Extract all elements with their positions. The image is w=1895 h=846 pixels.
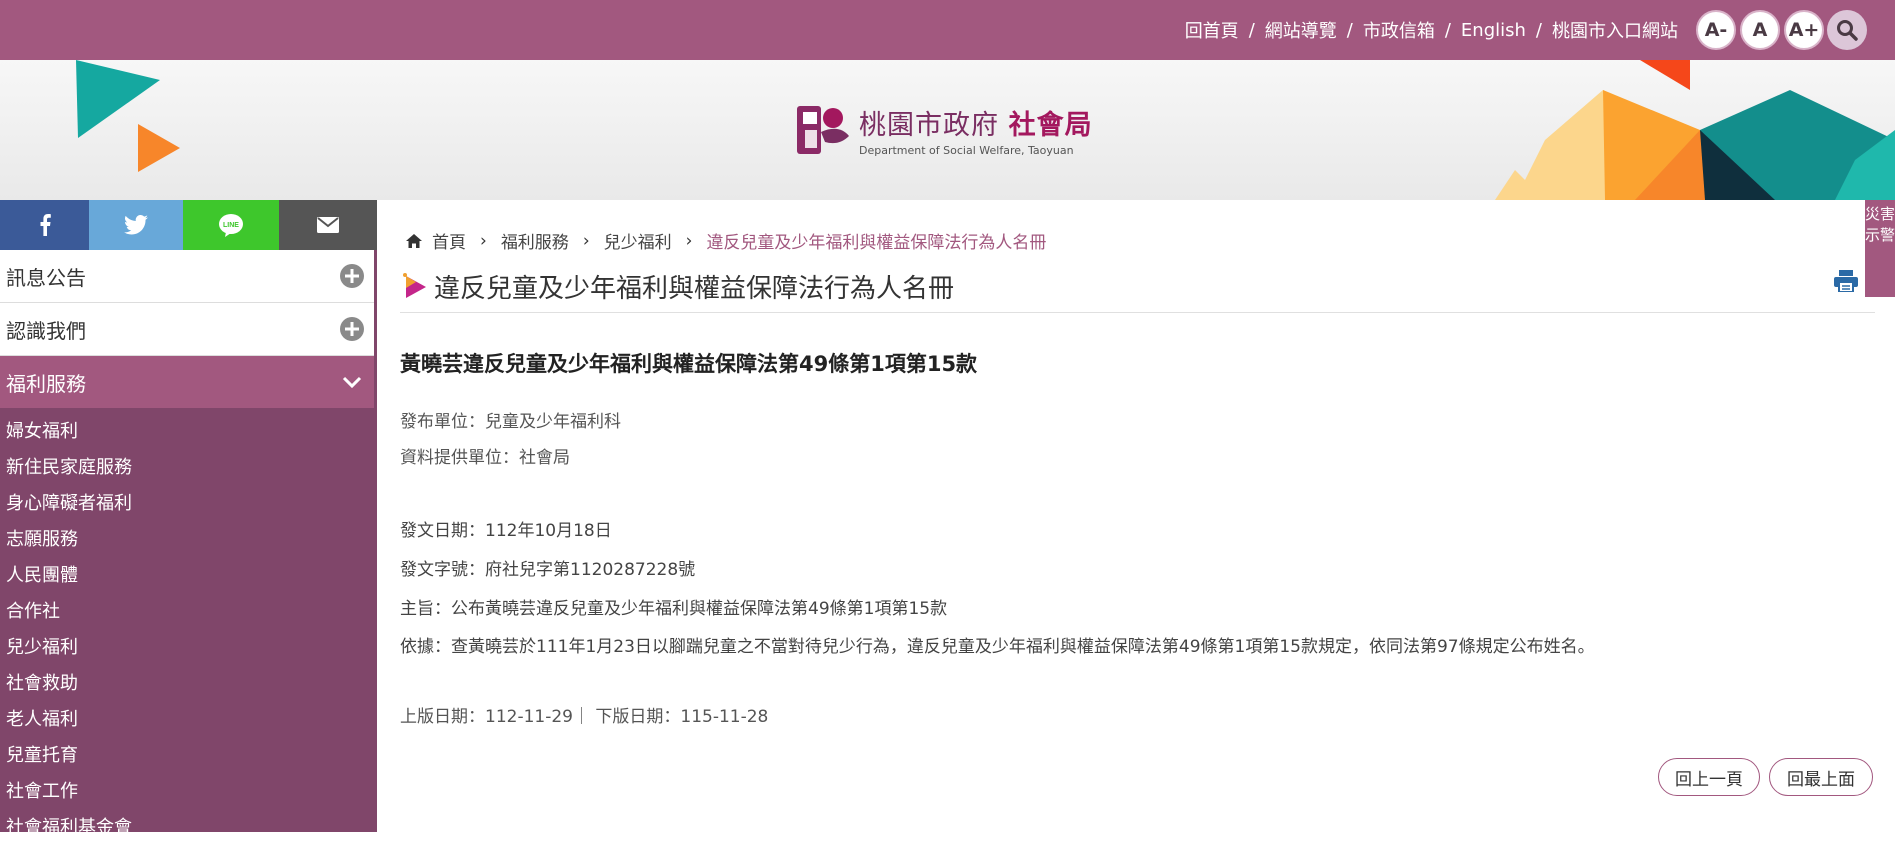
svg-text:LINE: LINE <box>223 222 239 229</box>
back-button[interactable]: 回上一頁 <box>1658 758 1760 796</box>
search-button[interactable] <box>1827 10 1867 50</box>
link-english[interactable]: English <box>1461 20 1526 41</box>
link-city-portal[interactable]: 桃園市入口網站 <box>1552 17 1678 43</box>
logo-mark-icon <box>797 106 849 154</box>
breadcrumb-item[interactable]: 福利服務 <box>501 228 569 253</box>
link-home[interactable]: 回首頁 <box>1185 17 1239 43</box>
article-publisher: 發布單位：兒童及少年福利科 <box>400 412 621 432</box>
disaster-alert-tab[interactable]: 災害示警 <box>1865 200 1895 297</box>
title-divider <box>400 312 1875 313</box>
breadcrumb-arrow: › <box>685 230 693 251</box>
font-size-small-button[interactable]: A- <box>1696 10 1736 50</box>
article-dates: 上版日期：112-11-29｜ 下版日期：115-11-28 <box>400 707 769 727</box>
site-logo[interactable]: 桃園市政府 社會局 Department of Social Welfare, … <box>795 102 1093 158</box>
link-sitemap[interactable]: 網站導覽 <box>1265 17 1337 43</box>
twitter-icon <box>124 215 148 235</box>
sidebar-item-welfare-services[interactable]: 福利服務 <box>0 356 374 408</box>
search-icon <box>1837 20 1858 41</box>
submenu-item[interactable]: 合作社 <box>0 594 377 630</box>
banner: 桃園市政府 社會局 Department of Social Welfare, … <box>0 60 1895 200</box>
left-sidebar: LINE 訊息公告 認識我們 福利服務 婦女福利 新住民家庭服務 身心障礙者福利… <box>0 200 377 838</box>
facebook-icon <box>40 214 51 236</box>
sidebar-item-label: 認識我們 <box>6 318 86 343</box>
page-title: 違反兒童及少年福利與權益保障法行為人名冊 <box>402 268 954 305</box>
submenu-item[interactable]: 志願服務 <box>0 522 377 558</box>
banner-decoration-left <box>76 60 180 172</box>
home-icon <box>406 233 422 248</box>
breadcrumb-home[interactable]: 首頁 <box>432 228 466 253</box>
article-basis: 依據：查黃曉芸於111年1月23日以腳踹兒童之不當對待兒少行為，違反兒童及少年福… <box>400 637 1595 657</box>
submenu-item[interactable]: 新住民家庭服務 <box>0 450 377 486</box>
link-separator: / <box>1444 19 1451 41</box>
submenu-item[interactable]: 兒童托育 <box>0 738 377 774</box>
logo-chinese-name: 桃園市政府 社會局 <box>859 110 1093 141</box>
social-share-bar: LINE <box>0 200 377 250</box>
plus-circle-icon <box>340 264 364 288</box>
logo-english-name: Department of Social Welfare, Taoyuan <box>859 144 1074 157</box>
breadcrumb: 首頁 › 福利服務 › 兒少福利 › 違反兒童及少年福利與權益保障法行為人名冊 <box>406 228 1046 253</box>
mail-icon <box>317 217 339 233</box>
page-title-text: 違反兒童及少年福利與權益保障法行為人名冊 <box>434 274 955 304</box>
submenu-item[interactable]: 老人福利 <box>0 702 377 738</box>
article-title: 黃曉芸違反兒童及少年福利與權益保障法第49條第1項第15款 <box>400 352 978 376</box>
chevron-down-icon <box>342 376 362 388</box>
submenu-item[interactable]: 身心障礙者福利 <box>0 486 377 522</box>
article-subject: 主旨：公布黃曉芸違反兒童及少年福利與權益保障法第49條第1項第15款 <box>400 599 948 619</box>
font-size-normal-button[interactable]: A <box>1740 10 1780 50</box>
submenu-item[interactable]: 社會工作 <box>0 774 377 810</box>
submenu-item[interactable]: 社會福利基金會 <box>0 810 377 846</box>
article-provider: 資料提供單位：社會局 <box>400 448 570 468</box>
submenu-item[interactable]: 兒少福利 <box>0 630 377 666</box>
back-to-top-button[interactable]: 回最上面 <box>1769 758 1873 796</box>
sidebar-item-announcements[interactable]: 訊息公告 <box>0 250 374 303</box>
breadcrumb-arrow: › <box>480 230 487 251</box>
title-marker-icon <box>403 272 426 298</box>
print-icon <box>1834 270 1858 293</box>
top-bar: 回首頁 / 網站導覽 / 市政信箱 / English / 桃園市入口網站 A-… <box>0 0 1895 60</box>
link-separator: / <box>1248 19 1255 41</box>
share-twitter-button[interactable] <box>89 200 183 250</box>
print-button[interactable] <box>1834 270 1858 296</box>
plus-circle-icon <box>340 317 364 341</box>
share-email-button[interactable] <box>279 200 377 250</box>
article-document-number: 發文字號：府社兒字第1120287228號 <box>400 560 696 580</box>
share-line-button[interactable]: LINE <box>183 200 279 250</box>
top-links: 回首頁 / 網站導覽 / 市政信箱 / English / 桃園市入口網站 <box>1185 0 1678 60</box>
breadcrumb-current[interactable]: 違反兒童及少年福利與權益保障法行為人名冊 <box>706 228 1046 253</box>
submenu-item[interactable]: 婦女福利 <box>0 414 377 450</box>
breadcrumb-item[interactable]: 兒少福利 <box>604 228 672 253</box>
banner-decoration-right <box>1495 60 1895 200</box>
article-issue-date: 發文日期：112年10月18日 <box>400 521 612 541</box>
link-mailbox[interactable]: 市政信箱 <box>1363 17 1435 43</box>
sidebar-item-about-us[interactable]: 認識我們 <box>0 303 374 356</box>
submenu-item[interactable]: 人民團體 <box>0 558 377 594</box>
share-facebook-button[interactable] <box>0 200 89 250</box>
submenu-welfare-services: 婦女福利 新住民家庭服務 身心障礙者福利 志願服務 人民團體 合作社 兒少福利 … <box>0 408 377 846</box>
link-separator: / <box>1346 19 1353 41</box>
submenu-item[interactable]: 社會救助 <box>0 666 377 702</box>
sidebar-item-label: 福利服務 <box>6 371 86 396</box>
font-size-large-button[interactable]: A+ <box>1784 10 1824 50</box>
breadcrumb-arrow: › <box>582 230 590 251</box>
link-separator: / <box>1535 19 1542 41</box>
line-icon: LINE <box>219 214 243 237</box>
sidebar-item-label: 訊息公告 <box>6 265 86 290</box>
